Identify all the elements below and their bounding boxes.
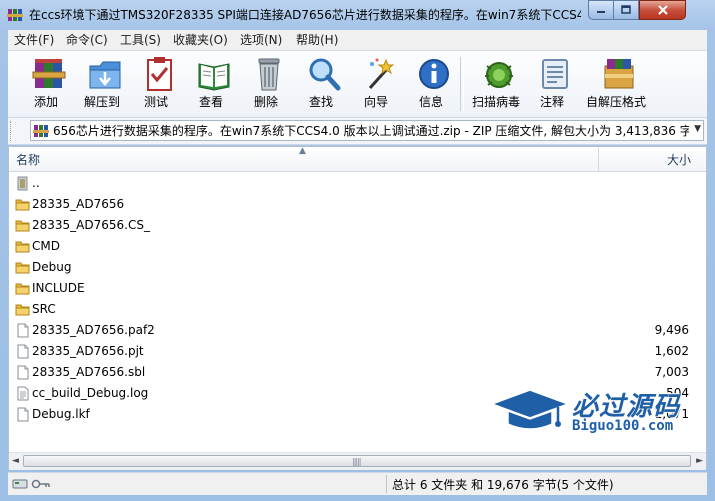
list-item[interactable]: Debug xyxy=(9,257,706,278)
find-magnifier-icon xyxy=(309,58,341,91)
close-button[interactable] xyxy=(639,0,686,20)
file-name: 28335_AD7656.CS_ xyxy=(32,218,150,232)
menu-bar: 文件(F) 命令(C) 工具(S) 收藏夹(O) 选项(N) 帮助(H) xyxy=(8,30,707,51)
file-name: SRC xyxy=(32,302,56,316)
folder-icon xyxy=(15,197,30,212)
folder-icon xyxy=(15,218,30,233)
list-item[interactable]: .. xyxy=(9,173,706,194)
winrar-window: 在ccs环境下通过TMS320F28335 SPI端口连接AD7656芯片进行数… xyxy=(0,0,715,501)
folder-icon xyxy=(15,302,30,317)
file-name: Debug.lkf xyxy=(32,407,90,421)
archive-icon xyxy=(33,125,49,137)
list-item[interactable]: INCLUDE xyxy=(9,278,706,299)
info-icon xyxy=(419,59,449,89)
scroll-grip-icon: ||||| xyxy=(352,457,362,466)
menu-favorites[interactable]: 收藏夹(O) xyxy=(167,31,234,49)
comment-note-icon xyxy=(542,59,568,89)
minimize-button[interactable] xyxy=(588,0,614,20)
toolbar: 添加 解压到 测试 查看 删除 查找 向导 信息 扫描病毒 注释 自解压格式 xyxy=(8,51,707,118)
graduation-cap-icon xyxy=(489,389,571,430)
file-name: 28335_AD7656 xyxy=(32,197,125,211)
file-icon xyxy=(15,407,30,422)
watermark-url: Biguo100.com xyxy=(572,418,674,434)
file-icon xyxy=(15,344,30,359)
file-name: .. xyxy=(32,176,40,190)
list-item[interactable]: SRC xyxy=(9,299,706,320)
watermark-logo: 必过源码 Biguo100.com xyxy=(489,384,690,440)
up-folder-icon xyxy=(15,176,30,191)
sfx-label: 自解压格式 xyxy=(585,95,646,109)
maximize-button[interactable] xyxy=(613,0,639,20)
address-dropdown-icon[interactable]: ▼ xyxy=(694,124,701,134)
file-name: 28335_AD7656.sbl xyxy=(32,365,146,379)
status-divider xyxy=(386,475,387,493)
list-header: 名称 ▲ 大小 xyxy=(9,146,706,172)
sfx-archive-icon xyxy=(604,59,634,89)
address-text: 656芯片进行数据采集的程序。在win7系统下CCS4.0 版本以上调试通过.z… xyxy=(53,124,689,138)
test-clipboard-icon xyxy=(147,57,172,91)
list-item[interactable]: 28335_AD7656.sbl 7,003 xyxy=(9,362,706,383)
folder-icon xyxy=(15,260,30,275)
comment-label: 注释 xyxy=(539,95,564,109)
menu-commands[interactable]: 命令(C) xyxy=(60,31,114,49)
address-field[interactable]: 656芯片进行数据采集的程序。在win7系统下CCS4.0 版本以上调试通过.z… xyxy=(30,120,704,141)
file-name: Debug xyxy=(32,260,72,274)
view-book-icon xyxy=(198,63,230,91)
horizontal-scrollbar[interactable]: ◄ ||||| ► xyxy=(9,452,706,470)
file-size: 7,003 xyxy=(654,365,689,379)
virus-bug-icon xyxy=(485,62,513,88)
status-drive-key-icon xyxy=(12,479,50,489)
close-icon xyxy=(657,5,668,15)
file-name: 28335_AD7656.pjt xyxy=(32,344,144,358)
extract-folder-icon xyxy=(89,61,121,89)
column-size-header[interactable]: 大小 xyxy=(599,151,691,168)
add-archive-icon xyxy=(32,59,66,88)
winrar-app-icon xyxy=(7,9,23,21)
menu-options[interactable]: 选项(N) xyxy=(234,31,288,49)
delete-trash-icon xyxy=(258,58,280,91)
sort-ascending-icon: ▲ xyxy=(299,146,306,156)
minimize-icon xyxy=(597,11,605,13)
title-bar[interactable]: 在ccs环境下通过TMS320F28335 SPI端口连接AD7656芯片进行数… xyxy=(0,0,715,30)
info-button[interactable]: 信息 xyxy=(403,53,459,115)
list-item[interactable]: 28335_AD7656 xyxy=(9,194,706,215)
folder-icon xyxy=(15,239,30,254)
file-name: CMD xyxy=(32,239,60,253)
address-bar: 656芯片进行数据采集的程序。在win7系统下CCS4.0 版本以上调试通过.z… xyxy=(8,118,707,145)
wizard-wand-icon xyxy=(368,58,395,90)
status-text: 总计 6 文件夹 和 19,676 字节(5 个文件) xyxy=(392,478,614,492)
comment-button[interactable]: 注释 xyxy=(524,53,580,115)
menu-file[interactable]: 文件(F) xyxy=(8,31,60,49)
file-icon xyxy=(15,323,30,338)
file-name: 28335_AD7656.paf2 xyxy=(32,323,155,337)
file-name: cc_build_Debug.log xyxy=(32,386,149,400)
file-icon xyxy=(15,365,30,380)
list-item[interactable]: 28335_AD7656.pjt 1,602 xyxy=(9,341,706,362)
menu-tools[interactable]: 工具(S) xyxy=(114,31,167,49)
scrollbar-thumb[interactable]: ||||| xyxy=(23,455,691,467)
scroll-left-icon[interactable]: ◄ xyxy=(12,456,19,466)
list-item[interactable]: 28335_AD7656.CS_ xyxy=(9,215,706,236)
column-name-header[interactable]: 名称 xyxy=(16,151,40,168)
sfx-button[interactable]: 自解压格式 xyxy=(586,53,646,115)
file-size: 9,496 xyxy=(654,323,689,337)
window-title: 在ccs环境下通过TMS320F28335 SPI端口连接AD7656芯片进行数… xyxy=(29,8,581,22)
file-name: INCLUDE xyxy=(32,281,85,295)
status-bar: 总计 6 文件夹 和 19,676 字节(5 个文件) xyxy=(8,472,707,495)
log-file-icon xyxy=(15,386,30,401)
file-size: 1,602 xyxy=(654,344,689,358)
list-item[interactable]: 28335_AD7656.paf2 9,496 xyxy=(9,320,706,341)
address-grip[interactable] xyxy=(10,121,14,141)
maximize-icon xyxy=(621,5,631,14)
scroll-right-icon[interactable]: ► xyxy=(696,456,703,466)
folder-icon xyxy=(15,281,30,296)
info-label: 信息 xyxy=(418,95,443,109)
menu-help[interactable]: 帮助(H) xyxy=(290,31,344,49)
list-item[interactable]: CMD xyxy=(9,236,706,257)
